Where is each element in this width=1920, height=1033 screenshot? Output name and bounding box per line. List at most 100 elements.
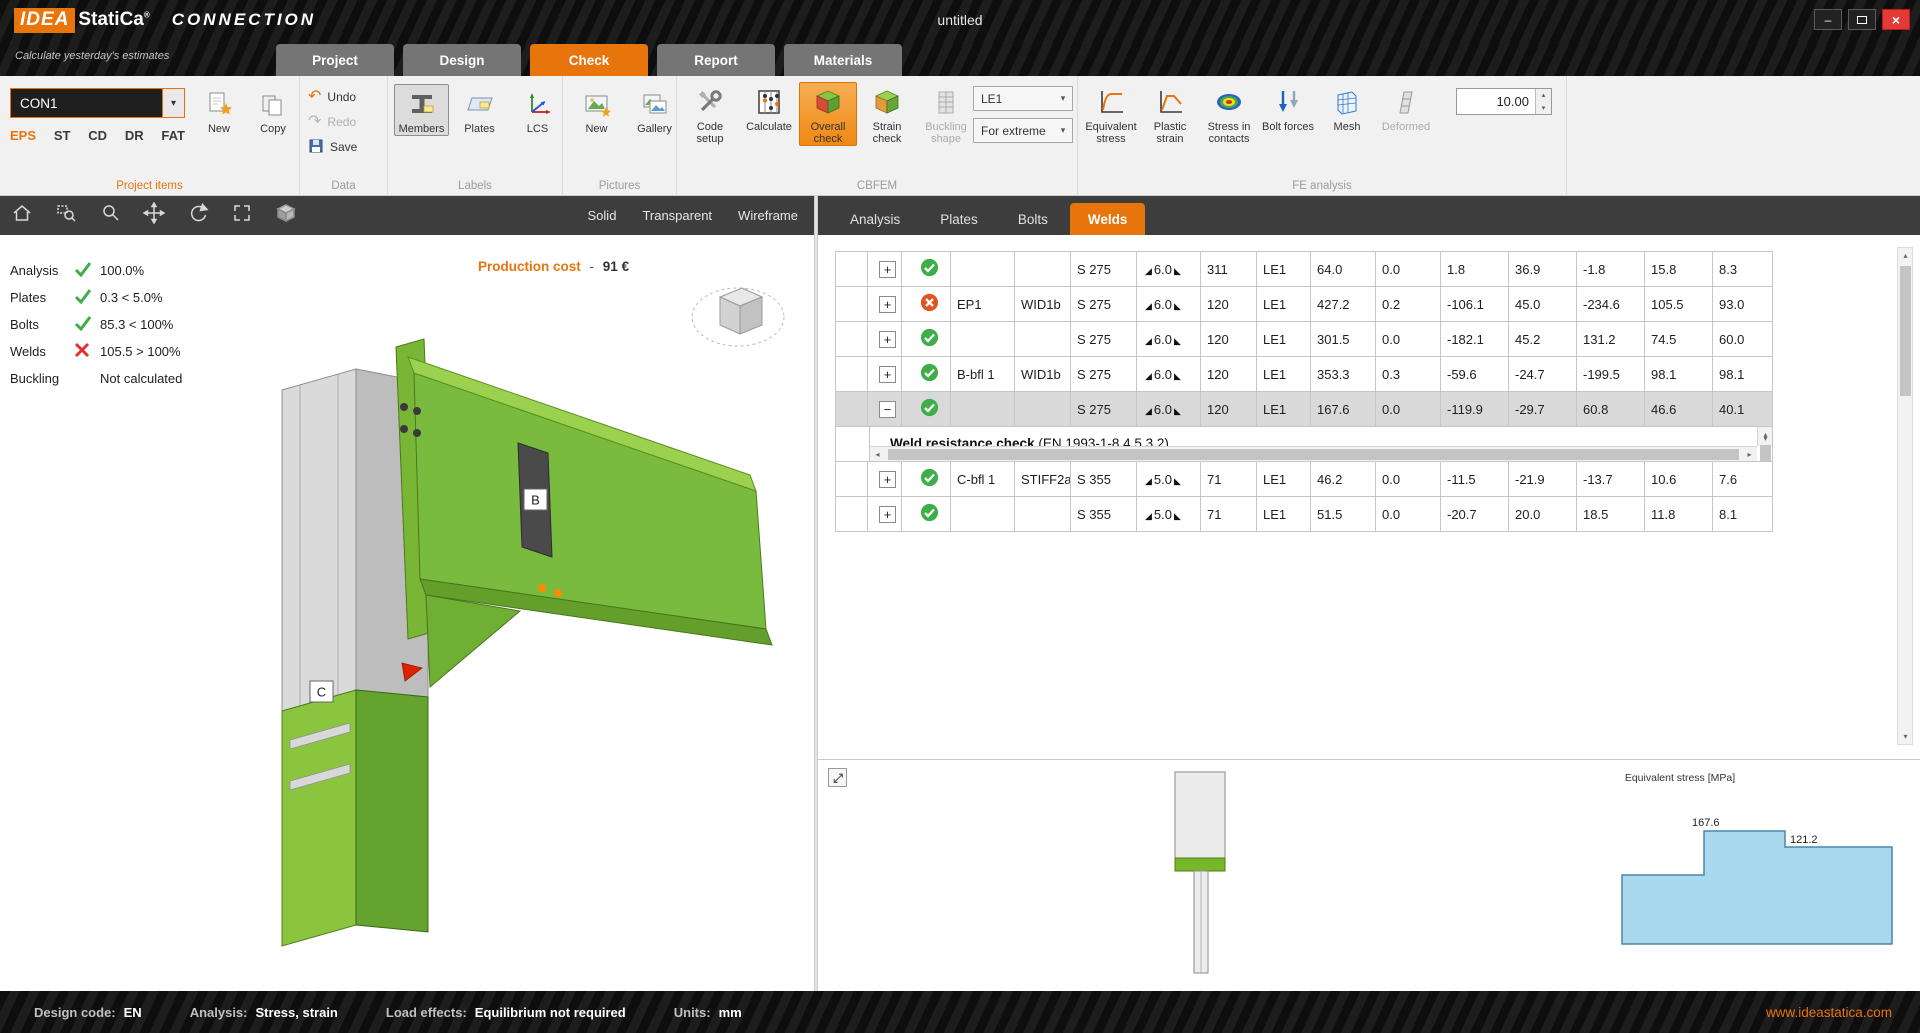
scrollbar-thumb[interactable] [888,449,1739,460]
welds-table-body: + S 275 ◢6.0◣ 311 LE1 64.00.01.836.9-1.8… [836,252,1773,532]
tab-materials[interactable]: Materials [784,44,902,76]
collapse-row-button[interactable]: − [879,401,896,418]
weld-row[interactable]: + S 355 ◢5.0◣ 71 LE1 51.50.0-20.720.018.… [836,497,1773,532]
view-mode-transparent[interactable]: Transparent [642,208,712,223]
scroll-up-icon[interactable]: ▴ [1898,248,1913,263]
3d-viewport[interactable]: Analysis 100.0% Plates 0.3 < 5.0% Bolts … [0,235,814,991]
calculate-button[interactable]: Calculate [740,82,798,146]
mesh-button[interactable]: Mesh [1318,82,1376,146]
viewport-toolbar: Solid Transparent Wireframe [0,196,814,235]
mode-dr[interactable]: DR [125,128,144,143]
expand-panel-button[interactable] [828,768,847,787]
website-link[interactable]: www.ideastatica.com [1766,1005,1892,1020]
pan-icon [143,202,165,229]
plates-button[interactable]: Plates [452,84,507,136]
tab-report[interactable]: Report [657,44,775,76]
zoom-window-button[interactable] [44,196,88,235]
overall-check-button[interactable]: Overall check [799,82,857,146]
code-setup-button[interactable]: Code setup [681,82,739,146]
weld-row[interactable]: + EP1 WID1b S 275 ◢6.0◣ 120 LE1 427.20.2… [836,287,1773,322]
expand-row-button[interactable]: + [879,296,896,313]
lcs-icon [523,87,553,121]
weld-item-cell [951,252,1015,287]
maximize-button[interactable] [1848,9,1876,30]
lcs-button[interactable]: LCS [510,84,565,136]
spinner-up-icon[interactable]: ▴ [1536,89,1551,102]
copy-button[interactable]: Copy [246,84,300,136]
gallery-button[interactable]: Gallery [627,84,682,136]
zoom-button[interactable] [88,196,132,235]
view-cube[interactable] [688,271,788,359]
pan-button[interactable] [132,196,176,235]
weld-row[interactable]: + S 275 ◢6.0◣ 311 LE1 64.00.01.836.9-1.8… [836,252,1773,287]
detail-vertical-scrollbar[interactable]: ▴ ▾ [1757,427,1772,446]
tab-project[interactable]: Project [276,44,394,76]
results-tab-plates[interactable]: Plates [922,203,996,235]
weld-row[interactable]: + B-bfl 1 WID1b S 275 ◢6.0◣ 120 LE1 353.… [836,357,1773,392]
scroll-down-icon[interactable]: ▾ [1758,431,1772,446]
stress-in-contacts-button[interactable]: Stress in contacts [1200,82,1258,146]
results-tab-welds[interactable]: Welds [1070,203,1146,235]
deformed-scale-spinner[interactable]: 10.00 ▴ ▾ [1456,88,1552,115]
results-tab-bolts[interactable]: Bolts [1000,203,1066,235]
results-tab-analysis[interactable]: Analysis [832,203,918,235]
close-button[interactable]: × [1882,9,1910,30]
mode-cd[interactable]: CD [88,128,107,143]
new-button[interactable]: New [192,84,246,136]
weld-row[interactable]: + C-bfl 1 STIFF2a S 355 ◢5.0◣ 71 LE1 46.… [836,462,1773,497]
scroll-down-icon[interactable]: ▾ [1898,729,1913,744]
detail-horizontal-scrollbar[interactable]: ◂ ▸ [870,446,1757,461]
tab-design[interactable]: Design [403,44,521,76]
idea-statica-connection-window: IDEA StatiCa® CONNECTION untitled – × Ca… [0,0,1920,1033]
titlebar: IDEA StatiCa® CONNECTION untitled – × [0,0,1920,44]
expand-row-button[interactable]: + [879,261,896,278]
length-cell: 120 [1201,322,1257,357]
strain-check-button[interactable]: Strain check [858,82,916,146]
members-button[interactable]: Members [394,84,449,136]
tab-check[interactable]: Check [530,44,648,76]
pass-status-icon [920,370,939,385]
weld-row[interactable]: + S 275 ◢6.0◣ 120 LE1 301.50.0-182.145.2… [836,322,1773,357]
welds-results-panel: + S 275 ◢6.0◣ 311 LE1 64.00.01.836.9-1.8… [818,235,1920,759]
solid-cube-button[interactable] [264,196,308,235]
main-tab-row: Calculate yesterday's estimates ProjectD… [0,44,1920,76]
save-button[interactable]: Save [308,138,357,156]
redo-button: ↷Redo [308,113,357,131]
zoom-icon [99,202,121,229]
load-effect-selector[interactable]: LE1 ▾ [973,86,1073,111]
view-mode-solid[interactable]: Solid [588,208,617,223]
view-mode-wireframe[interactable]: Wireframe [738,208,798,223]
extreme-selector[interactable]: For extreme ▾ [973,118,1073,143]
spinner-down-icon[interactable]: ▾ [1536,102,1551,115]
minimize-button[interactable]: – [1814,9,1842,30]
result-value-cell: 427.2 [1311,287,1376,322]
pass-status-icon [920,475,939,490]
equivalent-stress-button[interactable]: Equivalent stress [1082,82,1140,146]
scrollbar-thumb[interactable] [1900,266,1911,396]
expand-row-button[interactable]: + [879,331,896,348]
new-button[interactable]: New [569,84,624,136]
results-scrollbar[interactable]: ▴ ▾ [1897,247,1913,745]
material-cell: S 275 [1071,287,1137,322]
scroll-right-icon[interactable]: ▸ [1742,447,1757,461]
weld-row[interactable]: − S 275 ◢6.0◣ 120 LE1 167.60.0-119.9-29.… [836,392,1773,427]
scrollbar-thumb[interactable] [1760,445,1771,461]
result-value-cell: 8.3 [1713,252,1773,287]
undo-button[interactable]: ↶Undo [308,88,357,106]
result-value-cell: 60.0 [1713,322,1773,357]
plastic-strain-button[interactable]: Plastic strain [1141,82,1199,146]
rotate-button[interactable] [176,196,220,235]
mode-fat[interactable]: FAT [161,128,185,143]
fit-button[interactable] [220,196,264,235]
home-button[interactable] [0,196,44,235]
expand-row-button[interactable]: + [879,506,896,523]
mode-st[interactable]: ST [54,128,71,143]
ribbon: CON1 ▾ EPSSTCDDRFAT New Copy Project ite… [0,76,1920,196]
expand-row-button[interactable]: + [879,366,896,383]
weld-symbol-icon: ◣ [1174,406,1181,416]
mode-eps[interactable]: EPS [10,128,36,143]
bolt-forces-button[interactable]: Bolt forces [1259,82,1317,146]
scroll-left-icon[interactable]: ◂ [870,447,885,461]
connection-selector[interactable]: CON1 ▾ [10,88,185,118]
expand-row-button[interactable]: + [879,471,896,488]
